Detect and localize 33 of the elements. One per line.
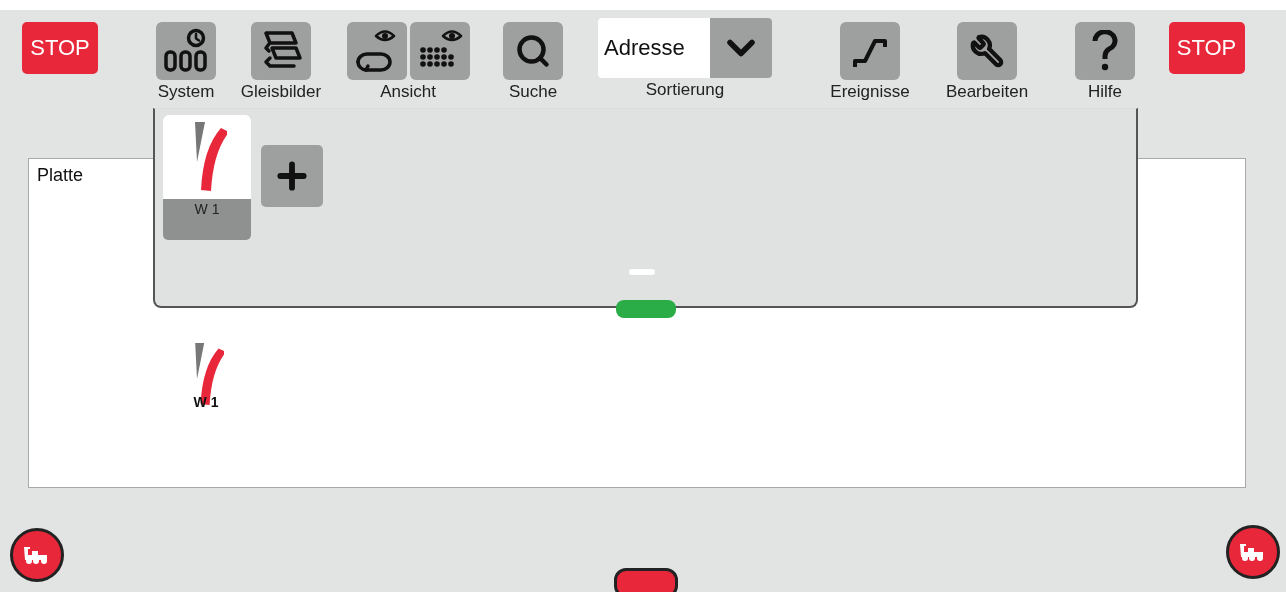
switch-label: W 1	[193, 394, 219, 410]
locomotive-button[interactable]	[1226, 525, 1280, 579]
toolbar-button[interactable]	[503, 22, 563, 80]
toolbar-label: Sortierung	[645, 80, 725, 100]
stop-button[interactable]: STOP	[1168, 22, 1245, 74]
search-icon	[515, 33, 551, 69]
page-indicator	[629, 269, 655, 275]
clock-blocks-icon	[163, 28, 209, 74]
toolbar-label: Gleisbilder	[240, 82, 322, 102]
toolbar-label: Bearbeiten	[945, 82, 1029, 102]
toolbar-button[interactable]	[409, 22, 470, 80]
switch-tile[interactable]: W 1	[163, 115, 251, 240]
toolbar-label: System	[157, 82, 215, 102]
toolbar-button[interactable]	[346, 22, 407, 80]
toolbar-label: Suche	[508, 82, 558, 102]
toolbar-button[interactable]	[1075, 22, 1135, 80]
panel-handle[interactable]	[616, 300, 676, 318]
stop-button[interactable]: STOP	[22, 22, 98, 74]
add-button[interactable]	[261, 145, 323, 207]
toolbar-button[interactable]	[251, 22, 311, 80]
board-title: Platte	[37, 165, 84, 186]
toolbar-label: Ansicht	[380, 82, 436, 102]
dropdown-value: Adresse	[603, 34, 686, 62]
wrench-icon	[970, 34, 1004, 68]
toolbar-button[interactable]	[840, 22, 900, 80]
toolbar-button[interactable]	[156, 22, 216, 80]
sort-dropdown[interactable]: Adresse	[598, 18, 772, 78]
drawer-handle[interactable]	[614, 568, 678, 592]
locomotive-button[interactable]	[10, 528, 64, 582]
toolbar-label: Ereignisse	[830, 82, 910, 102]
toolbar-label: Hilfe	[1088, 82, 1122, 102]
question-icon	[1090, 30, 1120, 72]
toolbar-button[interactable]	[957, 22, 1017, 80]
